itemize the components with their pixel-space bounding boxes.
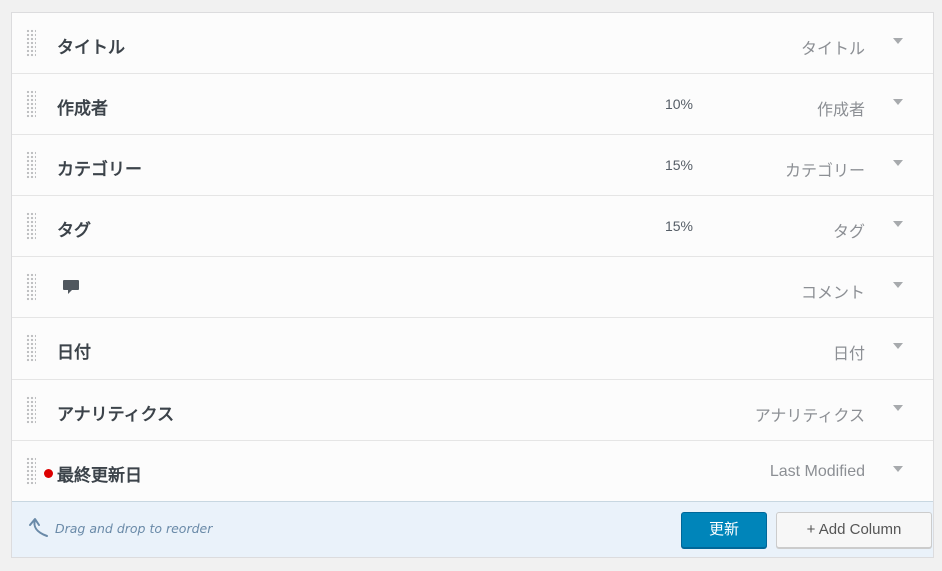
column-row-comments[interactable]: コメント bbox=[12, 257, 933, 319]
column-row-date[interactable]: 日付 日付 bbox=[12, 318, 933, 380]
column-type: コメント bbox=[800, 285, 865, 303]
drag-handle-icon[interactable] bbox=[26, 273, 36, 302]
expand-toggle-icon[interactable] bbox=[893, 404, 903, 411]
columns-panel: タイトル タイトル 作成者 10% 作成者 カテゴリー 15% カテゴリー タグ… bbox=[11, 12, 934, 558]
drag-handle-icon[interactable] bbox=[26, 90, 36, 119]
column-label: アナリティクス bbox=[57, 404, 175, 424]
column-width: 15% bbox=[664, 218, 693, 235]
column-label: 日付 bbox=[57, 343, 91, 363]
column-label: タグ bbox=[57, 221, 91, 241]
column-label: 最終更新日 bbox=[57, 465, 142, 485]
expand-toggle-icon[interactable] bbox=[893, 343, 903, 350]
reorder-hint-text: Drag and drop to reorder bbox=[55, 521, 213, 536]
expand-toggle-icon[interactable] bbox=[893, 38, 903, 44]
expand-toggle-icon[interactable] bbox=[893, 160, 903, 167]
column-type: 日付 bbox=[832, 346, 865, 364]
expand-toggle-icon[interactable] bbox=[893, 221, 903, 228]
column-label: タイトル bbox=[57, 38, 125, 57]
column-label: カテゴリー bbox=[57, 160, 142, 180]
column-width: 15% bbox=[664, 157, 693, 174]
column-label: 作成者 bbox=[57, 99, 108, 119]
column-row-title[interactable]: タイトル タイトル bbox=[12, 13, 933, 75]
curved-arrow-up-icon bbox=[29, 518, 48, 537]
add-column-button[interactable]: + Add Column bbox=[776, 512, 932, 548]
column-list: タイトル タイトル 作成者 10% 作成者 カテゴリー 15% カテゴリー タグ… bbox=[12, 13, 933, 502]
column-type: カテゴリー bbox=[784, 163, 865, 181]
comment-icon bbox=[63, 280, 79, 295]
drag-handle-icon[interactable] bbox=[26, 151, 36, 180]
drag-handle-icon[interactable] bbox=[26, 395, 36, 424]
update-button[interactable]: 更新 bbox=[681, 512, 767, 548]
column-row-analytics[interactable]: アナリティクス アナリティクス bbox=[12, 379, 933, 441]
drag-handle-icon[interactable] bbox=[26, 334, 36, 363]
column-row-category[interactable]: カテゴリー 15% カテゴリー bbox=[12, 135, 933, 197]
expand-toggle-icon[interactable] bbox=[893, 99, 903, 106]
drag-handle-icon[interactable] bbox=[26, 29, 36, 57]
columns-footer: Drag and drop to reorder 更新 + Add Column bbox=[12, 501, 933, 557]
expand-toggle-icon[interactable] bbox=[893, 282, 903, 289]
column-type: 作成者 bbox=[816, 102, 865, 120]
column-type: Last Modified bbox=[769, 462, 865, 480]
drag-handle-icon[interactable] bbox=[26, 212, 36, 241]
expand-toggle-icon[interactable] bbox=[893, 465, 903, 472]
column-type: アナリティクス bbox=[754, 407, 865, 425]
column-type: タグ bbox=[832, 224, 865, 242]
column-type: タイトル bbox=[800, 41, 865, 58]
drag-handle-icon[interactable] bbox=[26, 456, 36, 485]
status-dot-icon bbox=[44, 468, 53, 478]
column-row-last-modified[interactable]: 最終更新日 Last Modified bbox=[12, 440, 933, 502]
column-row-author[interactable]: 作成者 10% 作成者 bbox=[12, 74, 933, 136]
column-row-tags[interactable]: タグ 15% タグ bbox=[12, 196, 933, 258]
column-width: 10% bbox=[664, 96, 693, 113]
